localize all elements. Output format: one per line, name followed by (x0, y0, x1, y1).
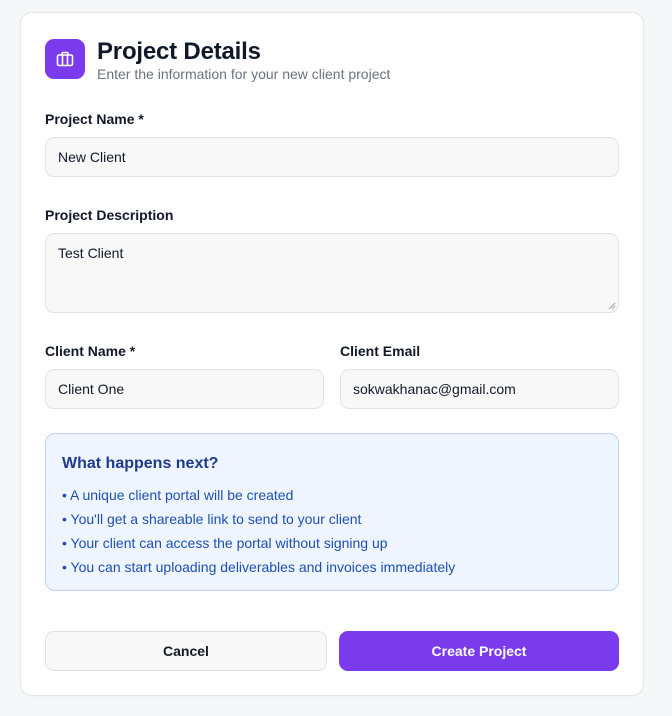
cancel-button[interactable]: Cancel (45, 631, 327, 671)
project-name-value: New Client (58, 149, 126, 165)
next-steps-info-box: What happens next? • A unique client por… (45, 433, 619, 591)
client-name-label: Client Name * (45, 343, 136, 359)
card-header: Project Details Enter the information fo… (45, 38, 390, 82)
client-name-input[interactable]: Client One (45, 369, 324, 409)
page-title: Project Details (97, 38, 261, 65)
client-email-label: Client Email (340, 343, 421, 359)
info-title: What happens next? (62, 455, 219, 472)
project-details-card: Project Details Enter the information fo… (20, 12, 644, 696)
project-name-label: Project Name * (45, 111, 144, 127)
create-project-button[interactable]: Create Project (339, 631, 619, 671)
title-block: Project Details Enter the information fo… (97, 38, 390, 82)
briefcase-icon (45, 39, 85, 79)
project-name-input[interactable]: New Client (45, 137, 619, 177)
resize-handle-icon[interactable] (606, 300, 616, 310)
info-list: • A unique client portal will be created… (62, 483, 602, 579)
client-email-value: sokwakhanac@gmail.com (353, 381, 516, 397)
info-list-item: • Your client can access the portal with… (62, 535, 388, 551)
project-description-textarea[interactable]: Test Client (45, 233, 619, 313)
info-list-item: • You can start uploading deliverables a… (62, 559, 456, 575)
client-email-input[interactable]: sokwakhanac@gmail.com (340, 369, 619, 409)
project-description-label: Project Description (45, 207, 174, 223)
page-subtitle: Enter the information for your new clien… (97, 66, 391, 82)
info-list-item: • A unique client portal will be created (62, 487, 294, 503)
info-list-item: • You'll get a shareable link to send to… (62, 511, 362, 527)
project-description-value: Test Client (58, 245, 124, 261)
client-name-value: Client One (58, 381, 125, 397)
